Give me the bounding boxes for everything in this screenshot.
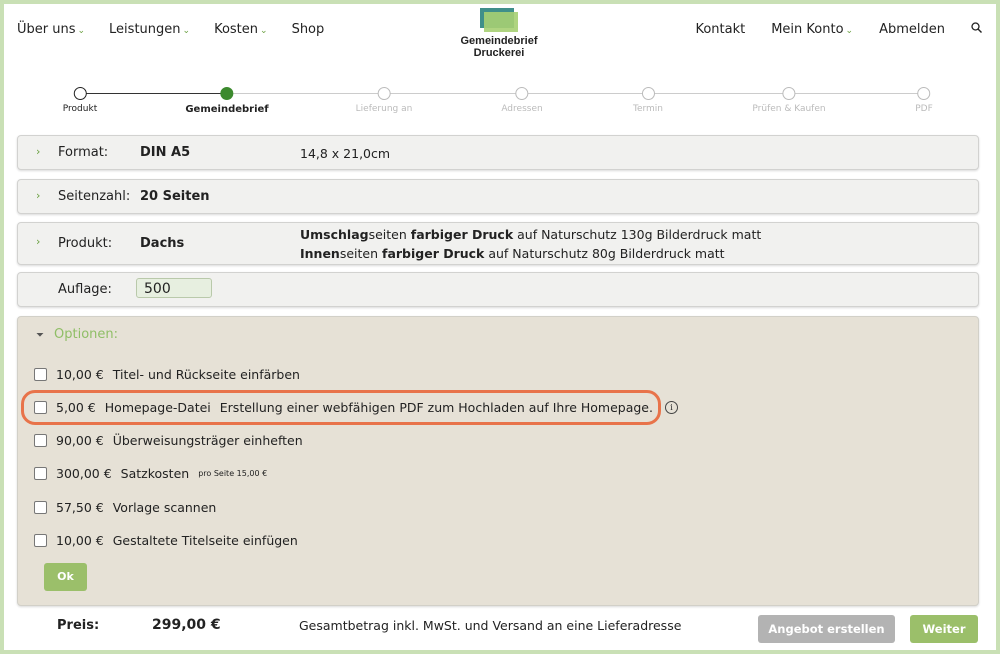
product-value: Dachs <box>140 236 185 251</box>
option-price: 10,00 € <box>56 367 104 382</box>
format-label: Format: <box>58 145 109 160</box>
option-checkbox[interactable] <box>34 534 47 547</box>
step-lieferung: Lieferung an <box>355 87 413 114</box>
search-icon[interactable] <box>971 22 982 37</box>
quantity-label: Auflage: <box>58 282 112 297</box>
step-dot <box>641 87 655 100</box>
step-pruefen-kaufen: Prüfen & Kaufen <box>752 87 826 114</box>
progress-stepper: Produkt Gemeindebrief Lieferung an Adres… <box>4 87 996 117</box>
options-header[interactable]: ⏷ Optionen: <box>36 327 118 342</box>
option-row[interactable]: 90,00 € Überweisungsträger einheften <box>34 433 303 448</box>
nav-label: Über uns <box>17 22 76 37</box>
step-gemeindebrief[interactable]: Gemeindebrief <box>185 87 269 115</box>
main-nav-left: Über uns ⌄ Leistungen ⌄ Kosten ⌄ Shop <box>17 22 348 37</box>
step-dot <box>73 87 87 100</box>
logo-icon <box>480 8 518 32</box>
ok-button[interactable]: Ok <box>44 563 87 591</box>
format-value: DIN A5 <box>140 145 191 160</box>
chevron-right-icon: › <box>36 189 41 202</box>
page: Über uns ⌄ Leistungen ⌄ Kosten ⌄ Shop Gemei… <box>4 4 996 650</box>
next-button[interactable]: Weiter <box>910 615 978 643</box>
chevron-down-icon: ⌄ <box>845 26 854 36</box>
step-pdf: PDF <box>915 87 933 114</box>
chevron-right-icon: › <box>36 145 41 158</box>
step-dot <box>220 87 234 100</box>
nav-item-kosten[interactable]: Kosten ⌄ <box>214 22 268 37</box>
option-name: Gestaltete Titelseite einfügen <box>112 533 298 548</box>
main-nav-right: Kontakt Mein Konto ⌄ Abmelden <box>669 22 982 37</box>
nav-label: Shop <box>291 22 325 37</box>
pages-label: Seitenzahl: <box>58 189 131 204</box>
highlight-ring <box>21 390 661 425</box>
step-dot <box>782 87 796 100</box>
quantity-input[interactable]: 500 <box>136 278 212 298</box>
format-panel[interactable]: › Format: DIN A5 14,8 x 21,0cm <box>17 135 979 170</box>
options-panel: ⏷ Optionen: <box>17 316 979 606</box>
step-dot <box>515 87 529 100</box>
price-label: Preis: <box>57 618 100 633</box>
step-termin: Termin <box>633 87 663 114</box>
option-checkbox[interactable] <box>34 501 47 514</box>
option-name: Überweisungsträger einheften <box>112 433 303 448</box>
chevron-down-icon: ⌄ <box>182 26 191 36</box>
nav-item-leistungen[interactable]: Leistungen ⌄ <box>109 22 190 37</box>
quantity-panel: Auflage: 500 <box>17 272 979 307</box>
product-line-inner: Innenseiten farbiger Druck auf Naturschu… <box>300 246 725 261</box>
nav-label: Abmelden <box>879 22 945 37</box>
nav-item-kontakt[interactable]: Kontakt <box>695 22 745 37</box>
price-value: 299,00 € <box>152 617 221 633</box>
step-label: PDF <box>915 104 933 114</box>
nav-item-abmelden[interactable]: Abmelden <box>879 22 945 37</box>
chevron-down-icon: ⌄ <box>260 26 268 36</box>
step-label: Prüfen & Kaufen <box>752 104 826 114</box>
pages-panel[interactable]: › Seitenzahl: 20 Seiten <box>17 179 979 214</box>
nav-label: Kosten <box>214 22 259 37</box>
option-name: Satzkosten <box>120 466 190 481</box>
step-label: Lieferung an <box>355 104 413 114</box>
logo[interactable]: Gemeindebrief Druckerei <box>454 8 544 59</box>
option-name: Vorlage scannen <box>112 500 217 515</box>
option-row[interactable]: 300,00 € Satzkosten pro Seite 15,00 € <box>34 466 267 481</box>
option-price: 57,50 € <box>56 500 104 515</box>
step-dot <box>377 87 391 100</box>
option-checkbox[interactable] <box>34 434 47 447</box>
option-checkbox[interactable] <box>34 467 47 480</box>
nav-label: Kontakt <box>695 22 746 37</box>
chevron-down-icon: ⌄ <box>77 26 86 36</box>
option-price: 10,00 € <box>56 533 104 548</box>
product-panel[interactable]: › Produkt: Dachs Umschlagseiten farbiger… <box>17 222 979 265</box>
option-note: pro Seite 15,00 € <box>198 469 268 478</box>
nav-item-mein-konto[interactable]: Mein Konto ⌄ <box>771 22 853 37</box>
format-detail: 14,8 x 21,0cm <box>300 146 391 161</box>
option-price: 300,00 € <box>56 466 112 481</box>
nav-label: Mein Konto <box>771 22 844 37</box>
nav-item-shop[interactable]: Shop <box>292 22 325 37</box>
logo-line-1: Gemeindebrief <box>460 35 538 47</box>
option-row[interactable]: 10,00 € Gestaltete Titelseite einfügen <box>34 533 298 548</box>
option-row[interactable]: 57,50 € Vorlage scannen <box>34 500 216 515</box>
step-dot <box>917 87 931 100</box>
step-label: Adressen <box>501 104 543 114</box>
chevron-down-icon: ⏷ <box>36 330 44 341</box>
option-price: 90,00 € <box>56 433 104 448</box>
step-produkt[interactable]: Produkt <box>63 87 97 114</box>
info-icon[interactable]: i <box>664 401 678 414</box>
step-label: Gemeindebrief <box>185 104 269 115</box>
nav-label: Leistungen <box>109 22 181 37</box>
nav-item-ueber-uns[interactable]: Über uns ⌄ <box>17 22 85 37</box>
option-checkbox[interactable] <box>34 368 47 381</box>
step-label: Produkt <box>62 104 98 114</box>
option-row[interactable]: 10,00 € Titel- und Rückseite einfärben <box>34 367 300 382</box>
step-adressen: Adressen <box>501 87 543 114</box>
options-title: Optionen: <box>54 327 119 342</box>
step-label: Termin <box>632 104 664 114</box>
chevron-right-icon: › <box>36 235 41 248</box>
create-offer-button[interactable]: Angebot erstellen <box>758 615 895 643</box>
product-line-cover: Umschlagseiten farbiger Druck auf Naturs… <box>300 227 762 242</box>
option-name: Titel- und Rückseite einfärben <box>112 367 300 382</box>
pages-value: 20 Seiten <box>140 189 210 204</box>
price-note: Gesamtbetrag inkl. MwSt. und Versand an … <box>299 618 682 633</box>
logo-line-2: Druckerei <box>473 47 525 59</box>
product-label: Produkt: <box>58 236 113 251</box>
